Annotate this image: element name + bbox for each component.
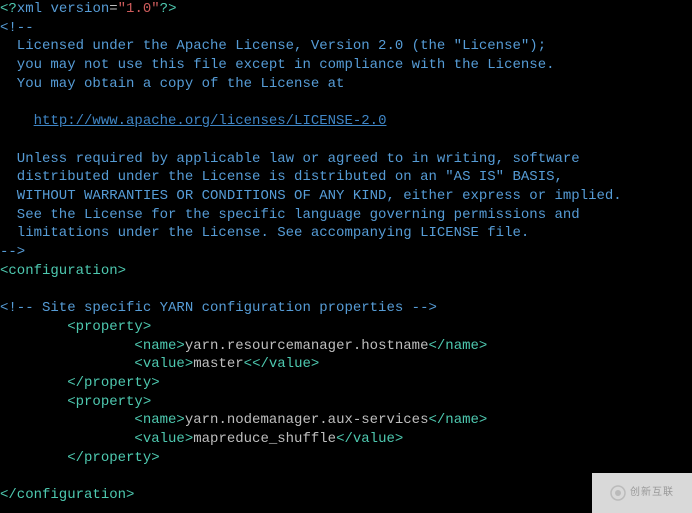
indent <box>0 450 67 466</box>
value-open: <value> <box>134 431 193 447</box>
value-close-short: </value> <box>252 356 319 372</box>
license-4: Unless required by applicable law or agr… <box>0 151 580 167</box>
xml-close: ?> <box>160 1 177 17</box>
watermark-badge: 创新互联 <box>592 473 692 513</box>
lt: < <box>244 356 252 372</box>
property-open: <property> <box>67 319 151 335</box>
indent <box>0 338 134 354</box>
name-open: <name> <box>134 338 184 354</box>
license-url[interactable]: http://www.apache.org/licenses/LICENSE-2… <box>34 113 387 129</box>
property-close: </property> <box>67 450 159 466</box>
logo-icon <box>610 485 626 501</box>
prop1-value: master <box>193 356 243 372</box>
xml-open: <? <box>0 1 17 17</box>
prop1-name: yarn.resourcemanager.hostname <box>185 338 429 354</box>
indent <box>0 412 134 428</box>
site-comment: <!-- Site specific YARN configuration pr… <box>0 300 437 316</box>
license-1: Licensed under the Apache License, Versi… <box>0 38 546 54</box>
indent <box>0 375 67 391</box>
indent <box>0 394 67 410</box>
xml-name: xml <box>17 1 42 17</box>
name-close: </name> <box>428 338 487 354</box>
license-5: distributed under the License is distrib… <box>0 169 563 185</box>
xml-val: "1.0" <box>118 1 160 17</box>
configuration-open: <configuration> <box>0 263 126 279</box>
indent <box>0 431 134 447</box>
value-close: </value> <box>336 431 403 447</box>
eq: = <box>109 1 117 17</box>
comment-open: <!-- <box>0 20 34 36</box>
xml-attr: version <box>50 1 109 17</box>
indent <box>0 319 67 335</box>
property-open: <property> <box>67 394 151 410</box>
value-open: <value> <box>134 356 193 372</box>
code-block: <?xml version="1.0"?> <!-- Licensed unde… <box>0 0 692 505</box>
configuration-close: </configuration> <box>0 487 134 503</box>
prop2-value: mapreduce_shuffle <box>193 431 336 447</box>
license-3: You may obtain a copy of the License at <box>0 76 344 92</box>
license-7: See the License for the specific languag… <box>0 207 580 223</box>
name-open: <name> <box>134 412 184 428</box>
license-6: WITHOUT WARRANTIES OR CONDITIONS OF ANY … <box>0 188 622 204</box>
url-indent <box>0 113 34 129</box>
watermark-text: 创新互联 <box>630 484 674 503</box>
property-close: </property> <box>67 375 159 391</box>
prop2-name: yarn.nodemanager.aux-services <box>185 412 429 428</box>
comment-close: --> <box>0 244 25 260</box>
name-close: </name> <box>428 412 487 428</box>
license-8: limitations under the License. See accom… <box>0 225 529 241</box>
license-2: you may not use this file except in comp… <box>0 57 555 73</box>
indent <box>0 356 134 372</box>
